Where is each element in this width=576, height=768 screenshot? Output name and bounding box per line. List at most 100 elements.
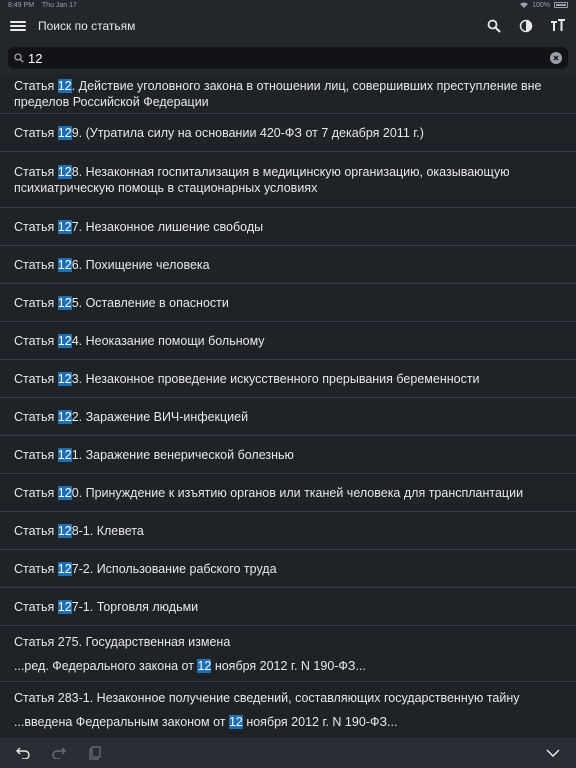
search-highlight: 12 bbox=[57, 164, 72, 179]
result-suffix: 1. Заражение венерической болезнью bbox=[71, 447, 294, 462]
result-prefix: Статья bbox=[14, 125, 58, 140]
result-suffix: 4. Неоказание помощи больному bbox=[71, 333, 265, 348]
search-highlight: 12 bbox=[57, 257, 72, 272]
result-suffix: 7. Незаконное лишение свободы bbox=[71, 219, 264, 234]
snippet-suffix: ноября 2012 г. N 190-ФЗ... bbox=[211, 658, 366, 673]
result-title: Статья 125. Оставление в опасности bbox=[14, 295, 562, 311]
clipboard-icon[interactable] bbox=[86, 744, 104, 762]
list-item[interactable]: Статья 12. Действие уголовного закона в … bbox=[0, 74, 576, 114]
list-item[interactable]: Статья 127-2. Использование рабского тру… bbox=[0, 550, 576, 588]
list-item[interactable]: Статья 124. Неоказание помощи больному bbox=[0, 322, 576, 360]
result-suffix: 7-1. Торговля людьми bbox=[71, 599, 199, 614]
result-suffix: 6. Похищение человека bbox=[71, 257, 210, 272]
result-suffix: 7-2. Использование рабского труда bbox=[71, 561, 277, 576]
result-suffix: 2. Заражение ВИЧ-инфекцией bbox=[71, 409, 249, 424]
result-title: Статья 127. Незаконное лишение свободы bbox=[14, 219, 562, 235]
result-suffix: . Действие уголовного закона в отношении… bbox=[71, 78, 542, 93]
snippet-suffix: ноября 2012 г. N 190-ФЗ... bbox=[242, 715, 398, 729]
font-size-icon[interactable] bbox=[550, 18, 566, 34]
search-highlight: 12 bbox=[57, 219, 72, 234]
list-item[interactable]: Статья 121. Заражение венерической болез… bbox=[0, 436, 576, 474]
snippet-prefix: ...ред. Федерального закона от bbox=[14, 658, 198, 673]
contrast-icon[interactable] bbox=[518, 18, 534, 34]
search-highlight: 12 bbox=[57, 125, 72, 140]
result-title: Статья 12. Действие уголовного закона в … bbox=[14, 78, 562, 94]
list-item[interactable]: Статья 125. Оставление в опасности bbox=[0, 284, 576, 322]
search-bar bbox=[0, 42, 576, 74]
result-snippet: ...введена Федеральным законом от 12 ноя… bbox=[14, 714, 562, 730]
list-item[interactable]: Статья 122. Заражение ВИЧ-инфекцией bbox=[0, 398, 576, 436]
result-prefix: Статья bbox=[14, 523, 58, 538]
result-prefix: Статья bbox=[14, 371, 58, 386]
search-highlight: 12 bbox=[57, 371, 72, 386]
battery-percent: 100% bbox=[532, 1, 550, 9]
list-item[interactable]: Статья 127. Незаконное лишение свободы bbox=[0, 208, 576, 246]
result-suffix: 0. Принуждение к изъятию органов или тка… bbox=[71, 485, 524, 500]
search-icon[interactable] bbox=[486, 18, 502, 34]
result-prefix: Статья bbox=[14, 409, 58, 424]
result-title: Статья 128-1. Клевета bbox=[14, 523, 562, 539]
result-title-line2: пределов Российской Федерации bbox=[14, 94, 209, 109]
redo-icon[interactable] bbox=[50, 744, 68, 762]
search-highlight: 12 bbox=[57, 78, 72, 93]
list-item[interactable]: Статья 120. Принуждение к изъятию органо… bbox=[0, 474, 576, 512]
status-bar: 8:49 PM Thu Jan 17 100% bbox=[0, 0, 576, 10]
list-item[interactable]: Статья 275. Государственная измена ...ре… bbox=[0, 626, 576, 682]
search-input[interactable] bbox=[24, 48, 550, 68]
clear-icon[interactable] bbox=[550, 52, 562, 64]
keyboard-toolbar bbox=[0, 738, 576, 768]
result-prefix: Статья bbox=[14, 295, 58, 310]
result-title: Статья 128. Незаконная госпитализация в … bbox=[14, 164, 562, 180]
status-date: Thu Jan 17 bbox=[41, 1, 77, 9]
result-prefix: Статья bbox=[14, 333, 58, 348]
battery-icon bbox=[554, 2, 568, 8]
hamburger-icon[interactable] bbox=[10, 19, 26, 33]
list-item[interactable]: Статья 129. (Утратила силу на основании … bbox=[0, 114, 576, 152]
result-title: Статья 275. Государственная измена bbox=[14, 634, 231, 649]
result-title: Статья 127-2. Использование рабского тру… bbox=[14, 561, 562, 577]
search-highlight: 12 bbox=[57, 485, 72, 500]
snippet-prefix: ...введена Федеральным законом от bbox=[14, 715, 229, 729]
search-highlight: 12 bbox=[57, 447, 72, 462]
chevron-down-icon[interactable] bbox=[544, 744, 562, 762]
result-suffix: 9. (Утратила силу на основании 420-ФЗ от… bbox=[71, 125, 424, 140]
result-suffix: 5. Оставление в опасности bbox=[71, 295, 229, 310]
status-time: 8:49 PM bbox=[8, 1, 35, 9]
header-actions bbox=[486, 18, 566, 34]
result-prefix: Статья bbox=[14, 561, 58, 576]
search-field-icon bbox=[14, 53, 24, 63]
list-item[interactable]: Статья 127-1. Торговля людьми bbox=[0, 588, 576, 626]
result-prefix: Статья bbox=[14, 257, 58, 272]
result-prefix: Статья bbox=[14, 599, 58, 614]
result-suffix: 8. Незаконная госпитализация в медицинск… bbox=[71, 164, 510, 179]
page-title: Поиск по статьям bbox=[38, 19, 136, 33]
result-title: Статья 120. Принуждение к изъятию органо… bbox=[14, 485, 562, 501]
search-highlight: 12 bbox=[57, 295, 72, 310]
list-item[interactable]: Статья 128. Незаконная госпитализация в … bbox=[0, 152, 576, 208]
undo-icon[interactable] bbox=[14, 744, 32, 762]
result-title: Статья 283-1. Незаконное получение сведе… bbox=[14, 691, 520, 705]
list-item[interactable]: Статья 283-1. Незаконное получение сведе… bbox=[0, 682, 576, 738]
result-prefix: Статья bbox=[14, 219, 58, 234]
list-item[interactable]: Статья 123. Незаконное проведение искусс… bbox=[0, 360, 576, 398]
result-suffix: 8-1. Клевета bbox=[71, 523, 144, 538]
result-prefix: Статья bbox=[14, 485, 58, 500]
results-list: Статья 12. Действие уголовного закона в … bbox=[0, 74, 576, 738]
list-item[interactable]: Статья 126. Похищение человека bbox=[0, 246, 576, 284]
search-highlight: 12 bbox=[57, 409, 72, 424]
wifi-icon bbox=[520, 2, 529, 8]
search-highlight: 12 bbox=[197, 658, 212, 673]
search-highlight: 12 bbox=[57, 561, 72, 576]
result-title: Статья 123. Незаконное проведение искусс… bbox=[14, 371, 562, 387]
search-highlight: 12 bbox=[57, 523, 72, 538]
list-item[interactable]: Статья 128-1. Клевета bbox=[0, 512, 576, 550]
search-highlight: 12 bbox=[57, 333, 72, 348]
result-prefix: Статья bbox=[14, 447, 58, 462]
result-title: Статья 126. Похищение человека bbox=[14, 257, 562, 273]
app-header: Поиск по статьям bbox=[0, 10, 576, 42]
result-prefix: Статья bbox=[14, 78, 58, 93]
result-snippet: ...ред. Федерального закона от 12 ноября… bbox=[14, 658, 562, 674]
result-title-line2: психиатрическую помощь в стационарных ус… bbox=[14, 180, 318, 195]
search-highlight: 12 bbox=[228, 715, 243, 729]
result-title: Статья 122. Заражение ВИЧ-инфекцией bbox=[14, 409, 562, 425]
